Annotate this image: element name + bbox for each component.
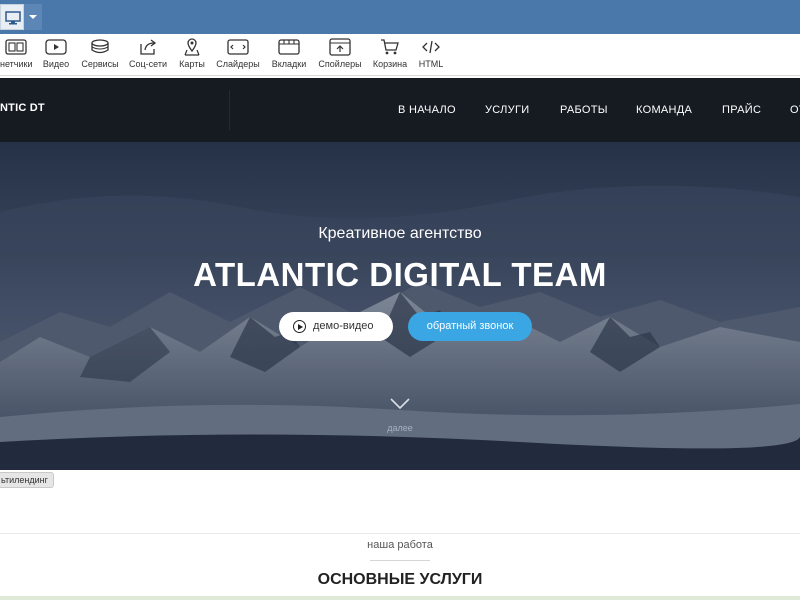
chevron-down-icon[interactable] [390, 398, 410, 410]
toolbar-label: HTML [418, 59, 444, 69]
hero-section: Креативное агентство ATLANTIC DIGITAL TE… [0, 142, 800, 470]
slider-icon [227, 39, 249, 55]
nav-divider [229, 90, 230, 130]
toolbar-label: Вкладки [271, 59, 307, 69]
widget-toolbar: нетчики Видео Сервисы Соц-сети Карты Сла… [0, 34, 800, 76]
hero-subtitle: Креативное агентство [318, 225, 482, 242]
demo-video-label: демо-видео [313, 320, 374, 332]
block-type-tag[interactable]: ьтилендинг [0, 472, 54, 488]
tabs-icon [278, 39, 300, 55]
toolbar-item-counters[interactable]: нетчики [0, 38, 32, 72]
demo-video-button[interactable]: демо-видео [279, 312, 393, 341]
spoiler-icon [329, 38, 351, 56]
toolbar-item-sliders[interactable]: Слайдеры [216, 38, 260, 72]
toolbar-label: Карты [179, 59, 205, 69]
site-logo[interactable]: NTIC DT [0, 102, 45, 114]
monitor-icon [5, 11, 21, 25]
play-circle-icon [293, 320, 306, 333]
code-icon [422, 40, 440, 54]
toolbar-label: Видео [42, 59, 70, 69]
map-pin-icon [184, 38, 200, 56]
section-kicker: наша работа [367, 539, 433, 551]
toolbar-item-social[interactable]: Соц-сети [128, 38, 168, 72]
editor-top-bar [0, 0, 800, 34]
toolbar-item-cart[interactable]: Корзина [370, 38, 410, 72]
toolbar-label: Спойлеры [318, 59, 362, 69]
nav-link-more[interactable]: ОТ [790, 104, 800, 116]
nav-link-team[interactable]: КОМАНДА [636, 104, 692, 116]
toolbar-label: Соц-сети [128, 59, 167, 69]
counters-icon [5, 39, 27, 55]
section-title: ОСНОВНЫЕ УСЛУГИ [317, 571, 483, 588]
desktop-view-button[interactable] [0, 4, 24, 30]
section-rule [370, 560, 430, 561]
section-divider [0, 533, 800, 534]
cart-icon [381, 39, 399, 55]
share-icon [140, 39, 157, 55]
video-icon [45, 39, 67, 55]
nav-link-services[interactable]: УСЛУГИ [485, 104, 529, 116]
callback-button[interactable]: обратный звонок [408, 312, 532, 341]
site-header: NTIC DT В НАЧАЛО УСЛУГИ РАБОТЫ КОМАНДА П… [0, 78, 800, 142]
scroll-down-label[interactable]: далее [0, 423, 800, 433]
hero-overlay [0, 142, 800, 470]
bottom-strip [0, 596, 800, 600]
nav-link-works[interactable]: РАБОТЫ [560, 104, 608, 116]
toolbar-label: Сервисы [81, 59, 119, 69]
toolbar-item-maps[interactable]: Карты [176, 38, 208, 72]
hero-title: ATLANTIC DIGITAL TEAM [193, 256, 607, 293]
toolbar-label: Корзина [372, 59, 408, 69]
nav-link-price[interactable]: ПРАЙС [722, 104, 761, 116]
toolbar-item-services[interactable]: Сервисы [80, 38, 120, 72]
toolbar-item-spoilers[interactable]: Спойлеры [318, 38, 362, 72]
toolbar-item-html[interactable]: HTML [416, 38, 446, 72]
toolbar-item-video[interactable]: Видео [40, 38, 72, 72]
device-dropdown-button[interactable] [24, 4, 42, 30]
toolbar-label: нетчики [0, 59, 33, 69]
nav-link-home[interactable]: В НАЧАЛО [398, 104, 456, 116]
toolbar-item-tabs[interactable]: Вкладки [268, 38, 310, 72]
services-icon [91, 39, 109, 54]
toolbar-label: Слайдеры [216, 59, 260, 69]
